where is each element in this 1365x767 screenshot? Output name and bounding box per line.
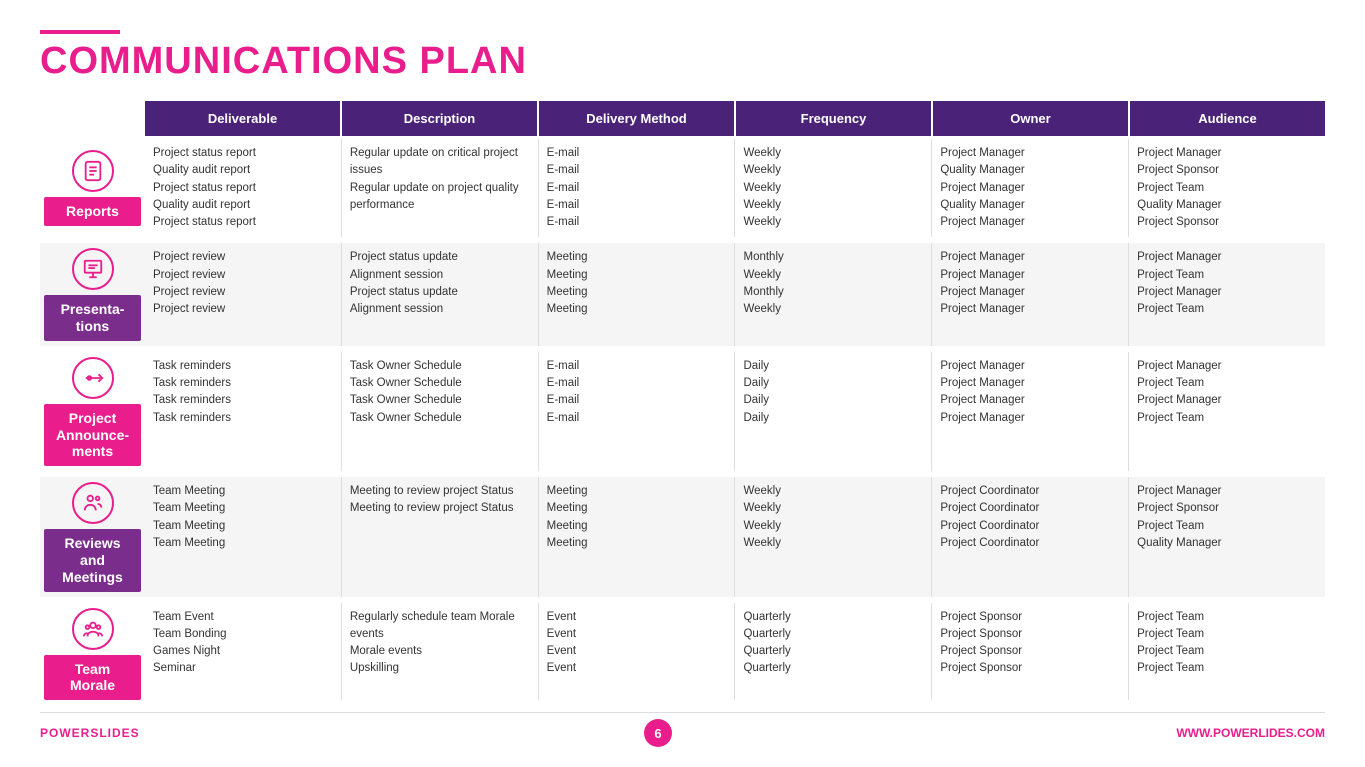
morale-frequency: QuarterlyQuarterlyQuarterlyQuarterly	[735, 603, 932, 700]
row-morale: TeamMorale Team EventTeam BondingGames N…	[40, 603, 1325, 700]
morale-label: TeamMorale	[44, 655, 141, 700]
announcements-deliverable: Task remindersTask remindersTask reminde…	[145, 352, 342, 471]
announcements-owner: Project ManagerProject ManagerProject Ma…	[932, 352, 1129, 471]
footer-page: 6	[644, 719, 672, 747]
reviews-frequency: WeeklyWeeklyWeeklyWeekly	[735, 477, 932, 596]
morale-data: Team EventTeam BondingGames NightSeminar…	[145, 603, 1325, 700]
reports-data: Project status reportQuality audit repor…	[145, 139, 1325, 237]
footer-url: WWW.POWERLIDES.COM	[1176, 726, 1325, 740]
reports-method: E-mailE-mailE-mailE-mailE-mail	[539, 139, 736, 237]
title-line	[40, 30, 120, 34]
footer: POWERSLIDES 6 WWW.POWERLIDES.COM	[40, 712, 1325, 747]
announcements-icon-circle	[72, 357, 114, 399]
reviews-data: Team MeetingTeam MeetingTeam MeetingTeam…	[145, 477, 1325, 596]
morale-icon-circle	[72, 608, 114, 650]
presentations-label: Presenta-tions	[44, 295, 141, 341]
table-area: Deliverable Description Delivery Method …	[40, 101, 1325, 700]
row-reports: Reports Project status reportQuality aud…	[40, 139, 1325, 237]
announcements-frequency: DailyDailyDailyDaily	[735, 352, 932, 471]
title-area: COMMUNICATIONS PLAN	[40, 30, 1325, 83]
presentations-data: Project reviewProject reviewProject revi…	[145, 243, 1325, 346]
row-announcements: ProjectAnnounce-ments Task remindersTask…	[40, 352, 1325, 471]
main-title: COMMUNICATIONS PLAN	[40, 40, 1325, 83]
presentations-owner: Project ManagerProject ManagerProject Ma…	[932, 243, 1129, 346]
data-rows: Reports Project status reportQuality aud…	[40, 139, 1325, 700]
morale-method: EventEventEventEvent	[539, 603, 736, 700]
reviews-owner: Project CoordinatorProject CoordinatorPr…	[932, 477, 1129, 596]
title-part2: PLAN	[420, 40, 527, 82]
reports-audience: Project ManagerProject SponsorProject Te…	[1129, 139, 1325, 237]
reports-description: Regular update on critical project issue…	[342, 139, 539, 237]
content-section: Deliverable Description Delivery Method …	[40, 101, 1325, 700]
reviews-icon	[82, 492, 104, 514]
morale-icon	[82, 618, 104, 640]
morale-owner: Project SponsorProject SponsorProject Sp…	[932, 603, 1129, 700]
footer-brand-part2: SLIDES	[90, 726, 139, 740]
header-audience: Audience	[1130, 101, 1325, 136]
label-reports: Reports	[40, 139, 145, 237]
announcements-audience: Project ManagerProject TeamProject Manag…	[1129, 352, 1325, 471]
announcements-data: Task remindersTask remindersTask reminde…	[145, 352, 1325, 471]
label-announcements: ProjectAnnounce-ments	[40, 352, 145, 471]
header-method: Delivery Method	[539, 101, 736, 136]
label-reviews: ReviewsandMeetings	[40, 477, 145, 596]
announcements-label: ProjectAnnounce-ments	[44, 404, 141, 466]
morale-deliverable: Team EventTeam BondingGames NightSeminar	[145, 603, 342, 700]
header-deliverable: Deliverable	[145, 101, 342, 136]
announcements-description: Task Owner ScheduleTask Owner ScheduleTa…	[342, 352, 539, 471]
presentations-description: Project status updateAlignment sessionPr…	[342, 243, 539, 346]
presentations-method: MeetingMeetingMeetingMeeting	[539, 243, 736, 346]
footer-left: POWERSLIDES	[40, 726, 140, 740]
reviews-label: ReviewsandMeetings	[44, 529, 141, 591]
reviews-description: Meeting to review project StatusMeeting …	[342, 477, 539, 596]
footer-brand-part1: POWER	[40, 726, 90, 740]
reports-label: Reports	[44, 197, 141, 226]
header-description: Description	[342, 101, 539, 136]
announcements-icon	[82, 367, 104, 389]
reports-frequency: WeeklyWeeklyWeeklyWeeklyWeekly	[735, 139, 932, 237]
header-owner: Owner	[933, 101, 1130, 136]
title-part1: COMMUNICATIONS	[40, 40, 420, 82]
morale-description: Regularly schedule team Morale eventsMor…	[342, 603, 539, 700]
presentations-audience: Project ManagerProject TeamProject Manag…	[1129, 243, 1325, 346]
presentations-icon-circle	[72, 248, 114, 290]
presentations-deliverable: Project reviewProject reviewProject revi…	[145, 243, 342, 346]
label-presentations: Presenta-tions	[40, 243, 145, 346]
page-wrapper: COMMUNICATIONS PLAN Deliverable Descript…	[0, 0, 1365, 767]
reports-icon-circle	[72, 150, 114, 192]
presentations-icon	[82, 258, 104, 280]
row-reviews: ReviewsandMeetings Team MeetingTeam Meet…	[40, 477, 1325, 596]
reviews-method: MeetingMeetingMeetingMeeting	[539, 477, 736, 596]
announcements-method: E-mailE-mailE-mailE-mail	[539, 352, 736, 471]
header-row: Deliverable Description Delivery Method …	[40, 101, 1325, 136]
reviews-deliverable: Team MeetingTeam MeetingTeam MeetingTeam…	[145, 477, 342, 596]
reviews-icon-circle	[72, 482, 114, 524]
reports-deliverable: Project status reportQuality audit repor…	[145, 139, 342, 237]
header-cells: Deliverable Description Delivery Method …	[145, 101, 1325, 136]
reviews-audience: Project ManagerProject SponsorProject Te…	[1129, 477, 1325, 596]
reports-owner: Project ManagerQuality ManagerProject Ma…	[932, 139, 1129, 237]
row-presentations: Presenta-tions Project reviewProject rev…	[40, 243, 1325, 346]
header-spacer	[40, 101, 145, 136]
header-frequency: Frequency	[736, 101, 933, 136]
presentations-frequency: MonthlyWeeklyMonthlyWeekly	[735, 243, 932, 346]
label-morale: TeamMorale	[40, 603, 145, 700]
morale-audience: Project TeamProject TeamProject TeamProj…	[1129, 603, 1325, 700]
reports-icon	[82, 160, 104, 182]
